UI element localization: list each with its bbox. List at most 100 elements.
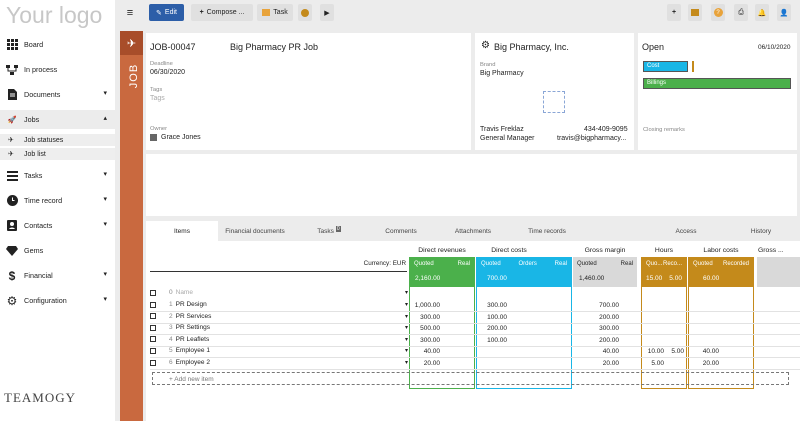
notifications-button[interactable]: 🔔 <box>755 4 769 21</box>
table-row[interactable]: 2 PR Services ▾ <box>150 313 408 320</box>
avatar <box>150 134 157 141</box>
job-status: Open <box>642 42 665 52</box>
sidebar-item-financial[interactable]: $ Financial ▾ <box>0 266 115 285</box>
cell-gm[interactable]: 200.00 <box>573 314 619 321</box>
cell-dr[interactable]: 40.00 <box>410 348 440 355</box>
table-row[interactable]: 4 PR Leaflets ▾ <box>150 336 408 343</box>
sidebar-subitem-job-statuses[interactable]: ✈ Job statuses <box>0 134 115 146</box>
cell-dc[interactable]: 300.00 <box>477 302 507 309</box>
chevron-down-icon[interactable]: ▾ <box>405 347 408 354</box>
item-name[interactable]: PR Design <box>176 301 405 308</box>
sidebar-item-in-process[interactable]: In process <box>0 60 115 79</box>
user-button[interactable]: 👤 <box>777 4 791 21</box>
tab-financial-documents[interactable]: Financial documents <box>218 221 292 241</box>
checkbox[interactable] <box>150 301 156 308</box>
contacts-icon <box>6 220 18 232</box>
sidebar-item-contacts[interactable]: Contacts ▾ <box>0 216 115 235</box>
item-name[interactable]: PR Settings <box>176 324 405 331</box>
chevron-down-icon[interactable]: ▾ <box>405 324 408 331</box>
tab-items[interactable]: Items <box>146 221 218 241</box>
table-row[interactable]: 3 PR Settings ▾ <box>150 324 408 331</box>
tab-access[interactable]: Access <box>651 221 721 241</box>
play-button[interactable]: ▶ <box>320 4 334 21</box>
sidebar-item-configuration[interactable]: ⚙ Configuration ▾ <box>0 291 115 310</box>
brand-logo: TEAMOGY <box>4 390 76 405</box>
sidebar-item-board[interactable]: Board <box>0 35 115 54</box>
rocket-icon: 🚀 <box>7 115 17 124</box>
cell-dr[interactable]: 1,000.00 <box>410 302 440 309</box>
help-button[interactable]: ? <box>711 4 725 21</box>
sidebar-item-label: Financial <box>24 271 53 280</box>
chevron-down-icon[interactable]: ▾ <box>405 301 408 308</box>
clock-icon <box>301 8 309 17</box>
grid-icon <box>6 39 18 51</box>
sidebar-item-gems[interactable]: Gems <box>0 241 115 260</box>
item-name[interactable]: PR Leaflets <box>176 336 405 343</box>
cell-dc[interactable]: 200.00 <box>477 325 507 332</box>
checkbox[interactable] <box>150 324 156 331</box>
task-button[interactable]: Task <box>257 4 293 21</box>
cell-gm[interactable]: 700.00 <box>573 302 619 309</box>
cell-dr[interactable]: 20.00 <box>410 360 440 367</box>
chevron-down-icon[interactable]: ▾ <box>405 359 408 366</box>
cell-gm[interactable]: 40.00 <box>573 348 619 355</box>
cell-dc[interactable]: 100.00 <box>477 314 507 321</box>
cell-dr[interactable]: 300.00 <box>410 337 440 344</box>
cell-lq[interactable]: 20.00 <box>689 360 719 367</box>
chevron-down-icon[interactable]: ▾ <box>405 289 408 296</box>
cell-dc[interactable]: 100.00 <box>477 337 507 344</box>
table-row[interactable]: 6 Employee 2 ▾ <box>150 359 408 366</box>
checkbox[interactable] <box>150 313 156 320</box>
tab-time-records[interactable]: Time records <box>510 221 584 241</box>
edit-button[interactable]: ✎ Edit <box>149 4 184 21</box>
sidebar-item-time-record[interactable]: Time record ▾ <box>0 191 115 210</box>
name-input[interactable]: Name <box>176 289 405 296</box>
cell-gm[interactable]: 300.00 <box>573 325 619 332</box>
new-item-row[interactable]: 0 Name ▾ <box>150 289 408 296</box>
flow-icon <box>6 64 18 76</box>
cell-hq[interactable]: 5.00 <box>642 360 664 367</box>
tab-tasks[interactable]: Tasks 0 <box>292 221 366 241</box>
checkbox[interactable] <box>150 359 156 366</box>
checkbox[interactable] <box>150 347 156 354</box>
table-row[interactable]: 5 Employee 1 ▾ <box>150 347 408 354</box>
item-name[interactable]: Employee 2 <box>176 359 405 366</box>
notes-button[interactable] <box>688 4 702 21</box>
brand-label: Brand <box>480 62 496 68</box>
add-button[interactable]: + <box>667 4 681 21</box>
contact-email[interactable]: travis@bigpharmacy... <box>557 135 626 142</box>
cell-gm[interactable]: 200.00 <box>573 337 619 344</box>
sidebar-item-label: Documents <box>24 90 61 99</box>
menu-icon[interactable]: ≡ <box>124 4 136 21</box>
chevron-down-icon[interactable]: ▾ <box>405 336 408 343</box>
sidebar-item-documents[interactable]: Documents ▾ <box>0 85 115 104</box>
sidebar-item-jobs[interactable]: 🚀 Jobs ▴ <box>0 110 115 129</box>
cell-lq[interactable]: 40.00 <box>689 348 719 355</box>
cell-dr[interactable]: 500.00 <box>410 325 440 332</box>
checkbox[interactable] <box>150 336 156 343</box>
print-button[interactable]: ⎙ <box>734 4 748 21</box>
task-label: Task <box>273 9 288 16</box>
item-name[interactable]: Employee 1 <box>176 347 405 354</box>
cell-hr[interactable]: 5.00 <box>662 348 684 355</box>
chevron-down-icon[interactable]: ▾ <box>405 313 408 320</box>
cell-gm[interactable]: 20.00 <box>573 360 619 367</box>
client-name[interactable]: Big Pharmacy, Inc. <box>494 42 569 52</box>
add-item-row[interactable]: + Add new item <box>152 372 789 385</box>
sidebar-item-tasks[interactable]: Tasks ▾ <box>0 166 115 185</box>
cell-hq[interactable]: 10.00 <box>642 348 664 355</box>
checkbox[interactable] <box>150 289 156 296</box>
contact-name[interactable]: Travis Freklaz <box>480 126 524 133</box>
item-name[interactable]: PR Services <box>176 313 405 320</box>
table-row[interactable]: 1 PR Design ▾ <box>150 301 408 308</box>
cell-dr[interactable]: 300.00 <box>410 314 440 321</box>
compose-button[interactable]: + Compose ... <box>191 4 253 21</box>
timer-button[interactable] <box>298 4 312 21</box>
tab-comments[interactable]: Comments <box>366 221 436 241</box>
tab-attachments[interactable]: Attachments <box>436 221 510 241</box>
tab-history[interactable]: History <box>726 221 796 241</box>
sidebar-subitem-job-list[interactable]: ✈ Job list <box>0 148 115 160</box>
help-icon: ? <box>713 8 723 17</box>
gem-icon <box>6 245 18 257</box>
tags-input[interactable]: Tags <box>150 95 165 102</box>
